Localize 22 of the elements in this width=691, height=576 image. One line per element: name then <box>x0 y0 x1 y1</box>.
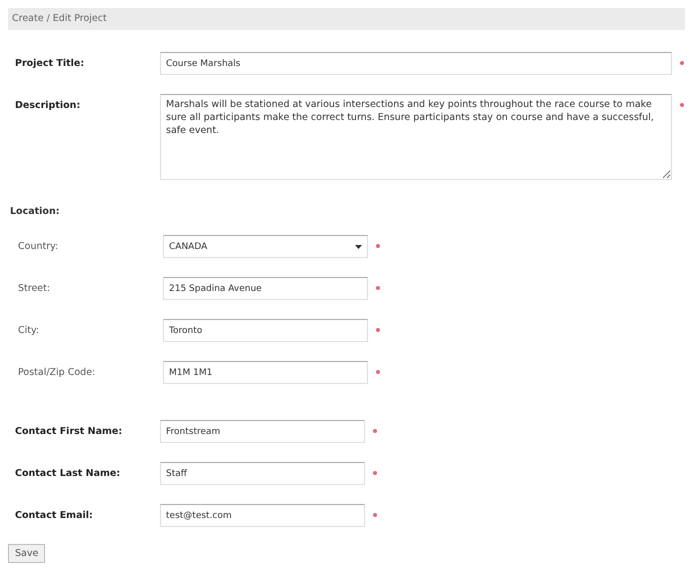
country-dropdown[interactable]: CANADA <box>163 235 368 258</box>
field-label: Description: <box>14 99 82 111</box>
field-label: Postal/Zip Code: <box>17 366 96 378</box>
text-field[interactable]: 215 Spadina Avenue <box>163 277 368 300</box>
field-label: Project Title: <box>14 57 86 69</box>
text-field[interactable]: Staff <box>160 462 365 485</box>
text-field[interactable]: Frontstream <box>160 420 365 443</box>
field-label: Street: <box>17 282 52 294</box>
description-field[interactable]: Marshals will be stationed at various intersections and key points throughout the race course to make sure all participants make the correct turns. Ensure participants stay on course and have a successful, safe event. <box>160 94 672 180</box>
text-field[interactable]: Toronto <box>163 319 368 342</box>
text-field[interactable]: test@test.com <box>160 504 365 527</box>
save-button[interactable]: Save <box>8 544 46 563</box>
section-heading: Location: <box>10 206 61 217</box>
section-header: Create / Edit Project <box>8 8 685 30</box>
field-label: Country: <box>17 240 60 252</box>
field-label: City: <box>17 324 40 336</box>
field-label: Contact First Name: <box>14 425 124 437</box>
field-label: Contact Last Name: <box>14 467 122 479</box>
text-field[interactable]: Course Marshals <box>160 52 672 75</box>
caret-icon <box>355 244 362 248</box>
field-label: Contact Email: <box>14 509 94 521</box>
text-field[interactable]: M1M 1M1 <box>163 361 368 384</box>
